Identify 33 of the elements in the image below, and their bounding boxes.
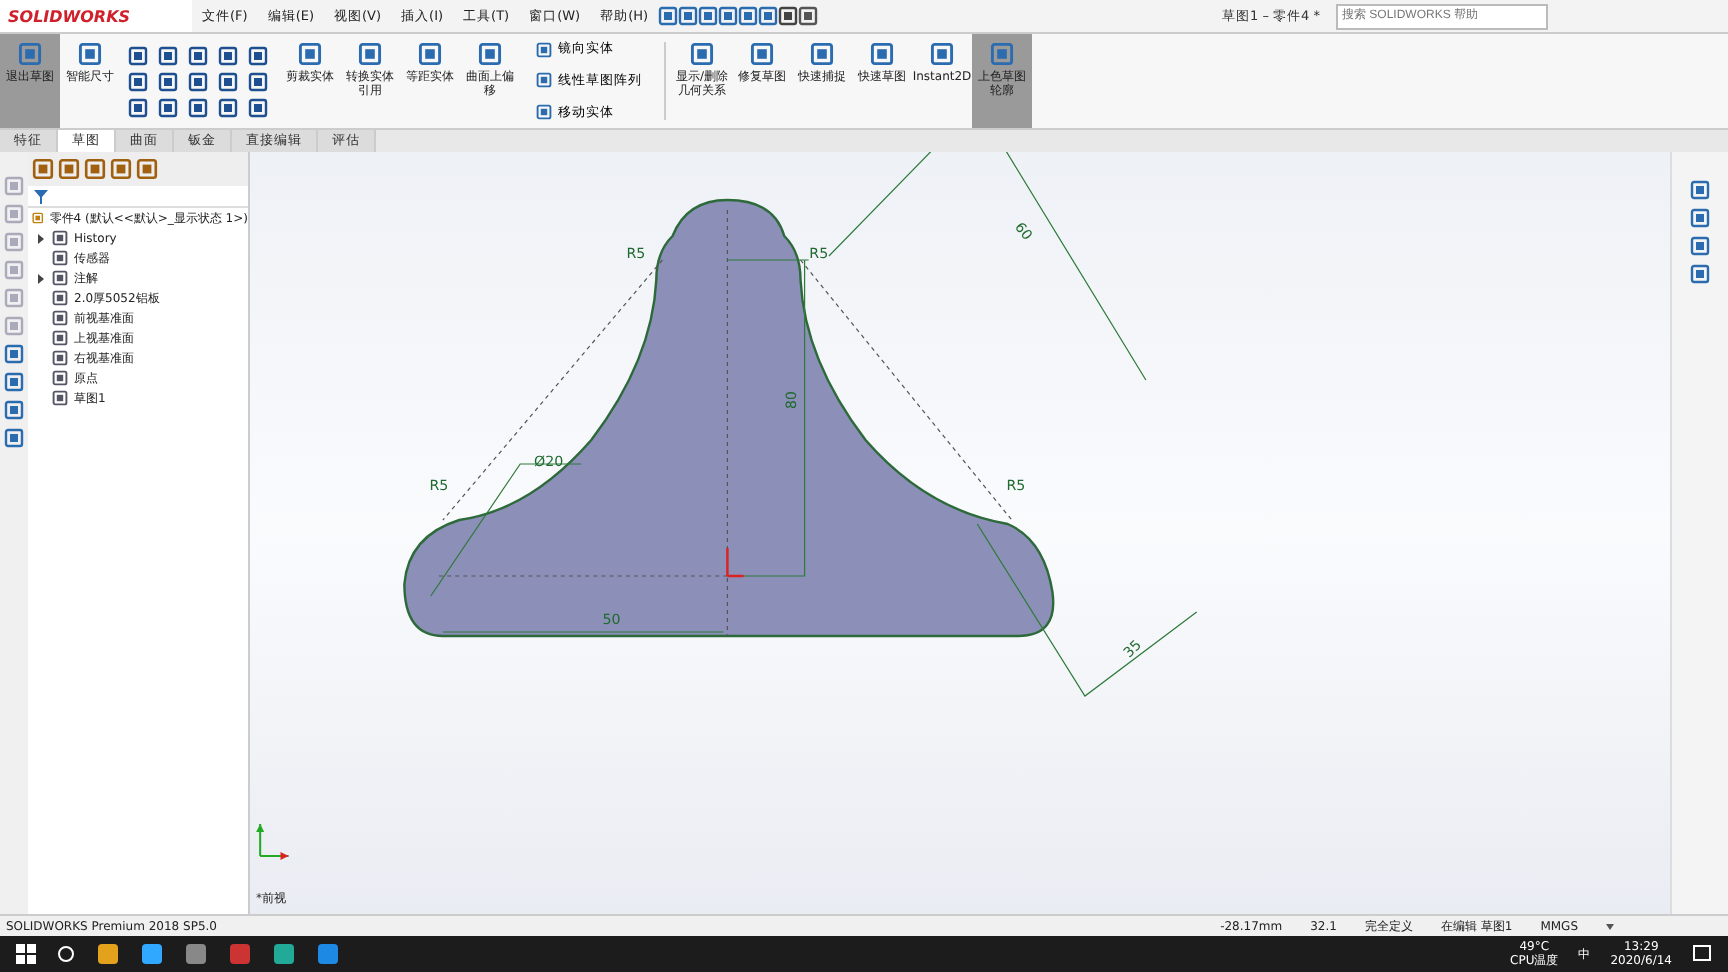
expand-arrow-icon[interactable] — [36, 273, 46, 283]
tool-icon — [930, 42, 954, 66]
view-triad-icon — [256, 823, 290, 860]
tool-icon — [358, 42, 382, 66]
taskbar-app-icon[interactable] — [96, 942, 120, 966]
tool-icon — [298, 42, 322, 66]
panel-tab-icon[interactable] — [58, 158, 80, 180]
notification-icon[interactable] — [1692, 944, 1712, 964]
tool-icon — [810, 42, 834, 66]
caret-icon[interactable] — [1606, 923, 1614, 929]
tool-icon — [78, 42, 102, 66]
panel-tab-icon[interactable] — [32, 158, 54, 180]
tool-icon — [690, 42, 714, 66]
app-logo: SOLIDWORKS — [0, 0, 192, 32]
taskbar-app-icon[interactable] — [316, 942, 340, 966]
search-icon[interactable] — [56, 944, 76, 964]
tool-icon — [418, 42, 442, 66]
tool-icon — [18, 42, 42, 66]
windows-start-icon[interactable] — [16, 944, 36, 964]
panel-tab-icon[interactable] — [110, 158, 132, 180]
taskbar-app-icon[interactable] — [228, 942, 252, 966]
taskbar-app-icon[interactable] — [184, 942, 208, 966]
origin-icon — [726, 546, 745, 578]
tool-icon — [990, 42, 1014, 66]
part-icon — [32, 210, 44, 226]
taskbar-app-icon[interactable] — [272, 942, 296, 966]
tool-icon — [870, 42, 894, 66]
panel-tab-icon[interactable] — [136, 158, 158, 180]
taskbar-app-icon[interactable] — [140, 942, 164, 966]
panel-tab-icon[interactable] — [84, 158, 106, 180]
tool-icon — [750, 42, 774, 66]
expand-arrow-icon[interactable] — [36, 233, 46, 243]
tool-icon — [478, 42, 502, 66]
